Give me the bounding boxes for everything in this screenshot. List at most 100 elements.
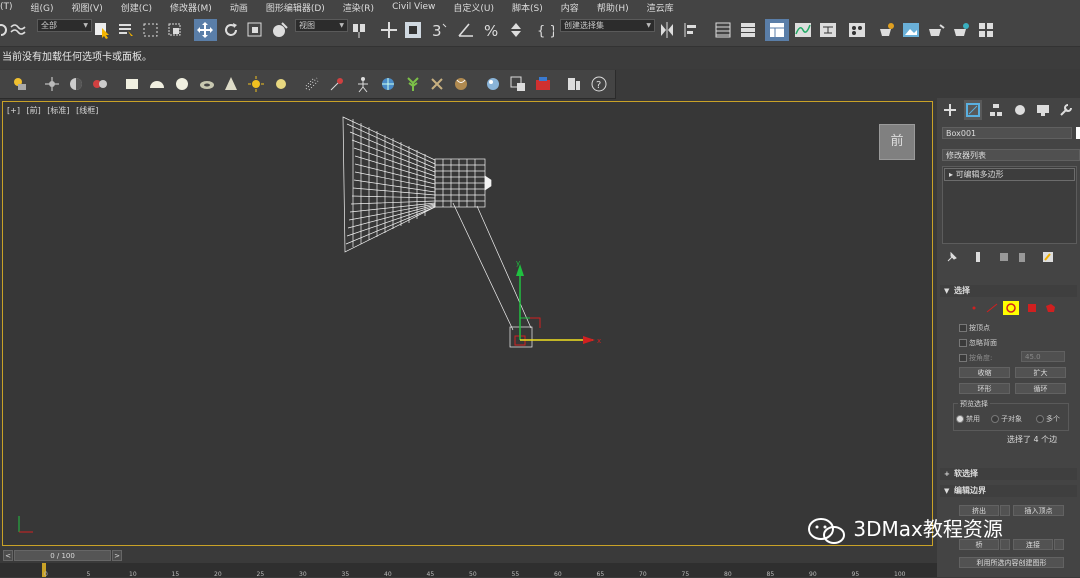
material-editor-icon[interactable]	[848, 21, 866, 39]
globe-icon[interactable]	[379, 75, 397, 93]
render-production-icon[interactable]	[927, 21, 945, 39]
menu-item-animation[interactable]: 动画	[221, 1, 257, 14]
move-icon[interactable]	[196, 21, 214, 39]
angle-snap-icon[interactable]	[457, 21, 475, 39]
pin-stack-icon[interactable]	[946, 251, 958, 263]
time-prev-button[interactable]: <	[3, 550, 13, 561]
toggle-ribbon-icon[interactable]	[768, 21, 786, 39]
tree-icon[interactable]	[428, 75, 446, 93]
spray-icon[interactable]	[328, 75, 346, 93]
omni-light-icon[interactable]	[272, 75, 290, 93]
menu-item-render-cloud[interactable]: 渲云库	[638, 1, 683, 14]
help-icon[interactable]: ?	[590, 75, 608, 93]
select-manipulate-icon[interactable]	[380, 21, 398, 39]
by-angle-checkbox[interactable]: 按角度:	[959, 353, 992, 363]
menu-item-modifiers[interactable]: 修改器(M)	[161, 1, 221, 14]
align-icon[interactable]	[683, 21, 701, 39]
place-icon[interactable]	[271, 21, 289, 39]
connect-button[interactable]: 连接	[1013, 539, 1053, 550]
scene-explorer-icon[interactable]	[714, 21, 732, 39]
menu-item-tools[interactable]: (T)	[0, 2, 22, 12]
select-by-name-icon[interactable]	[117, 21, 135, 39]
connect-settings-button[interactable]	[1054, 539, 1064, 550]
percent-snap-icon[interactable]: %	[483, 21, 501, 39]
utilities-tab[interactable]	[1057, 100, 1075, 120]
menu-item-scripting[interactable]: 脚本(S)	[503, 1, 552, 14]
edit-named-selection-icon[interactable]: { }	[536, 21, 554, 39]
daylight-icon[interactable]	[43, 75, 61, 93]
insert-vertex-button[interactable]: 插入顶点	[1013, 505, 1064, 516]
particle-icon[interactable]	[303, 75, 321, 93]
named-selection-set-dropdown[interactable]: 创建选择集	[560, 19, 655, 32]
menu-item-rendering[interactable]: 渲染(R)	[334, 1, 383, 14]
bind-spacewarp-icon[interactable]	[9, 21, 27, 39]
batch-render-icon[interactable]	[565, 75, 583, 93]
time-next-button[interactable]: >	[112, 550, 122, 561]
vertex-level-icon[interactable]	[967, 302, 981, 314]
edit-borders-rollout-header[interactable]: 编辑边界	[940, 485, 1077, 497]
foliage-icon[interactable]	[404, 75, 422, 93]
remove-modifier-icon[interactable]	[1016, 251, 1028, 263]
menu-item-civil-view[interactable]: Civil View	[383, 2, 444, 12]
object-name-field[interactable]: Box001	[942, 127, 1072, 139]
rotate-icon[interactable]	[222, 21, 240, 39]
snaps-toggle-icon[interactable]: 3	[431, 21, 449, 39]
menu-item-views[interactable]: 视图(V)	[63, 1, 112, 14]
rendered-frame-window-icon[interactable]	[902, 21, 920, 39]
menu-item-graph-editors[interactable]: 图形编辑器(D)	[257, 1, 334, 14]
configure-modifier-sets-icon[interactable]	[1042, 251, 1054, 263]
modify-tab[interactable]	[964, 100, 983, 120]
menu-item-content[interactable]: 内容	[552, 1, 588, 14]
render-setup-icon[interactable]	[877, 21, 895, 39]
torus-primitive-icon[interactable]	[198, 75, 216, 93]
grow-button[interactable]: 扩大	[1015, 367, 1066, 378]
create-tab[interactable]	[941, 100, 959, 120]
edge-level-icon[interactable]	[985, 302, 999, 314]
sphere-primitive-icon[interactable]	[173, 75, 191, 93]
stack-item-editable-poly[interactable]: ▸ 可编辑多边形	[944, 168, 1075, 181]
by-vertex-checkbox[interactable]: 按顶点	[959, 323, 990, 333]
select-object-icon[interactable]	[93, 21, 111, 39]
cone-primitive-icon[interactable]	[222, 75, 240, 93]
front-viewport[interactable]: [+] [前] [标准] [线框] 前 y x	[2, 101, 933, 546]
scale-icon[interactable]	[246, 21, 264, 39]
material-sphere-icon[interactable]	[484, 75, 502, 93]
render-region-icon[interactable]	[509, 75, 527, 93]
spinner-snap-icon[interactable]	[507, 21, 525, 39]
polygon-level-icon[interactable]	[1025, 302, 1039, 314]
preview-subobject-radio[interactable]: 子对象	[991, 414, 1022, 424]
character-icon[interactable]	[354, 75, 372, 93]
reference-coord-dropdown[interactable]: 视图	[295, 19, 348, 32]
mirror-icon[interactable]	[658, 21, 676, 39]
ring-button[interactable]: 环形	[959, 383, 1010, 394]
loop-button[interactable]: 循环	[1015, 383, 1066, 394]
keyboard-shortcut-override-icon[interactable]	[404, 21, 422, 39]
menu-item-customize[interactable]: 自定义(U)	[444, 1, 503, 14]
object-color-swatch[interactable]	[1076, 127, 1080, 139]
window-crossing-icon[interactable]	[166, 21, 184, 39]
element-level-icon[interactable]	[1043, 302, 1057, 314]
preview-off-radio[interactable]: 禁用	[956, 414, 980, 424]
render-cloud-icon[interactable]	[952, 21, 970, 39]
hair-icon[interactable]	[452, 75, 470, 93]
schematic-view-icon[interactable]	[819, 21, 837, 39]
border-level-active[interactable]	[1003, 301, 1019, 315]
make-unique-icon[interactable]	[998, 251, 1010, 263]
hierarchy-tab[interactable]	[987, 100, 1005, 120]
render-frame-icon[interactable]	[534, 75, 552, 93]
lights-cameras-icon[interactable]	[11, 75, 29, 93]
render-mask-icon[interactable]	[91, 75, 109, 93]
ignore-backfacing-checkbox[interactable]: 忽略背面	[959, 338, 997, 348]
menu-item-help[interactable]: 帮助(H)	[588, 1, 638, 14]
online-render-icon[interactable]	[977, 21, 995, 39]
angle-value-spinner[interactable]: 45.0	[1021, 351, 1065, 362]
motion-tab[interactable]	[1011, 100, 1029, 120]
track-bar[interactable]: 0 5 10 15 20 25 30 35 40 45 50 55 60 65 70 75 80 85 90 95 10…	[0, 563, 937, 578]
layer-explorer-icon[interactable]	[739, 21, 757, 39]
modifier-list-dropdown[interactable]: 修改器列表	[942, 149, 1080, 161]
menu-item-create[interactable]: 创建(C)	[112, 1, 161, 14]
menu-item-group[interactable]: 组(G)	[22, 1, 63, 14]
show-end-result-icon[interactable]	[972, 251, 984, 263]
display-tab[interactable]	[1034, 100, 1052, 120]
time-slider[interactable]: 0 / 100	[14, 550, 111, 561]
